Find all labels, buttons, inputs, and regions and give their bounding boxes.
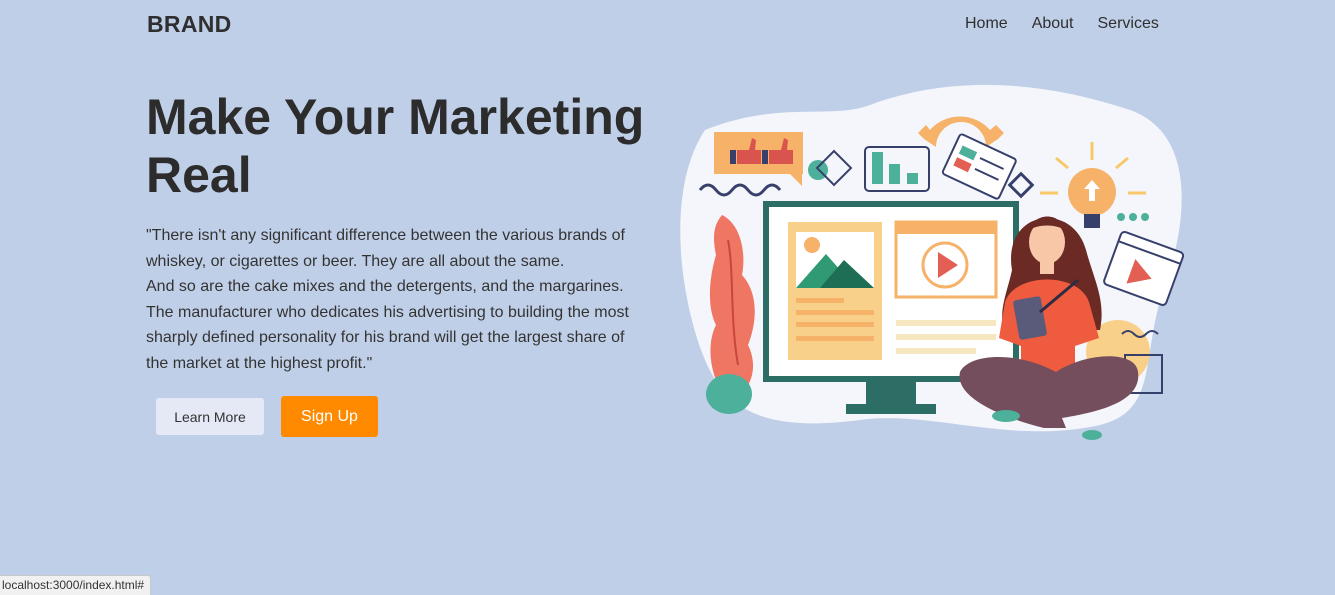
- marketing-illustration: [680, 84, 1185, 440]
- sign-up-button[interactable]: Sign Up: [281, 396, 378, 437]
- hero-quote: "There isn't any significant difference …: [146, 223, 646, 376]
- quote-line: And so are the cake mixes and the deterg…: [146, 278, 624, 295]
- learn-more-button[interactable]: Learn More: [156, 398, 264, 435]
- quote-line: the market at the highest profit.": [146, 354, 373, 372]
- browser-status-url: localhost:3000/index.html#: [0, 575, 152, 595]
- main-nav: Home About Services: [965, 15, 1159, 33]
- nav-link-services[interactable]: Services: [1098, 15, 1159, 33]
- quote-line: The manufacturer who dedicates his adver…: [146, 303, 629, 321]
- nav-link-home[interactable]: Home: [965, 15, 1008, 33]
- brand-logo[interactable]: BRAND: [147, 11, 232, 38]
- nav-link-about[interactable]: About: [1032, 15, 1074, 33]
- quote-line: sharply defined personality for his bran…: [146, 329, 625, 346]
- quote-line: "There isn't any significant difference …: [146, 227, 625, 244]
- hero-title: Make Your Marketing Real: [146, 89, 645, 203]
- quote-line: whiskey, or cigarettes or beer. They are…: [146, 252, 565, 270]
